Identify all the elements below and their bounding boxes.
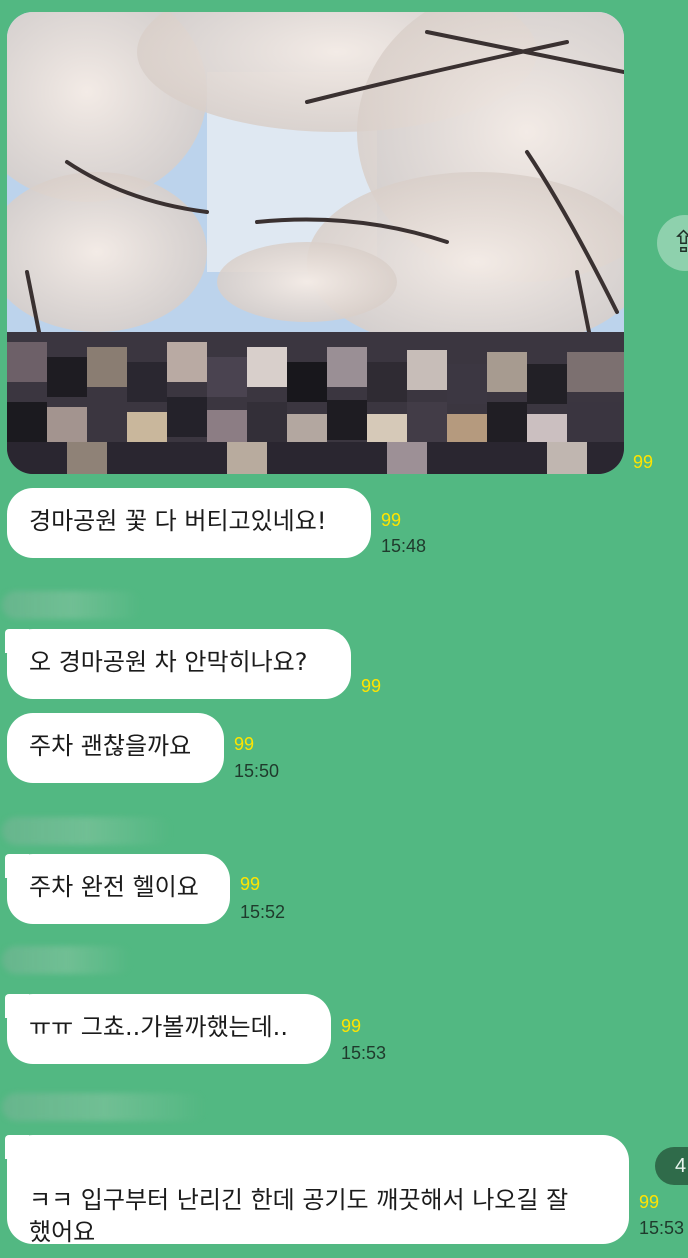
sender-name-blurred xyxy=(2,1093,207,1121)
message-text: ㅠㅠ 그쵸..가볼까했는데.. xyxy=(29,1013,288,1041)
unread-count: 99 xyxy=(240,874,261,894)
unread-count: 99 xyxy=(234,734,255,754)
message-bubble[interactable]: 오 경마공원 차 안막히나요? xyxy=(5,629,351,699)
new-message-count-badge[interactable]: 4 xyxy=(655,1147,688,1185)
sender-name-blurred xyxy=(2,817,172,845)
cherry-blossom-image xyxy=(7,12,624,474)
sender-name-blurred xyxy=(2,946,132,974)
message-text: 주차 괜찮을까요 xyxy=(29,732,192,760)
sender-name-blurred xyxy=(2,591,142,619)
message-text: ㅋㅋ 입구부터 난리긴 한데 공기도 깨끗해서 나오길 잘 했어요 xyxy=(29,1186,569,1246)
message-time: 15:52 xyxy=(240,902,286,922)
message-time: 15:53 xyxy=(341,1043,387,1063)
share-button[interactable]: ⇪ xyxy=(657,215,688,271)
message-bubble[interactable]: 주차 괜찮을까요 xyxy=(7,713,224,783)
message-text: 오 경마공원 차 안막히나요? xyxy=(29,648,308,676)
unread-count: 99 xyxy=(341,1016,362,1036)
message-text: 주차 완전 헬이요 xyxy=(29,873,199,901)
share-icon: ⇪ xyxy=(671,225,688,260)
message-bubble[interactable]: ㅋㅋ 입구부터 난리긴 한데 공기도 깨끗해서 나오길 잘 했어요 xyxy=(5,1135,629,1246)
unread-count: 99 xyxy=(361,676,382,696)
message-bubble[interactable]: 경마공원 꽃 다 버티고있네요! xyxy=(7,488,371,558)
message-time: 15:50 xyxy=(234,761,280,781)
new-message-count: 4 xyxy=(675,1155,687,1177)
message-time: 15:53 xyxy=(639,1218,685,1238)
message-text: 경마공원 꽃 다 버티고있네요! xyxy=(29,507,327,535)
message-bubble[interactable]: ㅠㅠ 그쵸..가볼까했는데.. xyxy=(5,994,331,1064)
shared-photo[interactable] xyxy=(7,12,624,474)
unread-count: 99 xyxy=(381,510,402,530)
photo-unread-count: 99 xyxy=(633,452,654,472)
message-bubble[interactable]: 주차 완전 헬이요 xyxy=(5,854,230,924)
unread-count: 99 xyxy=(639,1192,660,1212)
message-time: 15:48 xyxy=(381,536,427,556)
